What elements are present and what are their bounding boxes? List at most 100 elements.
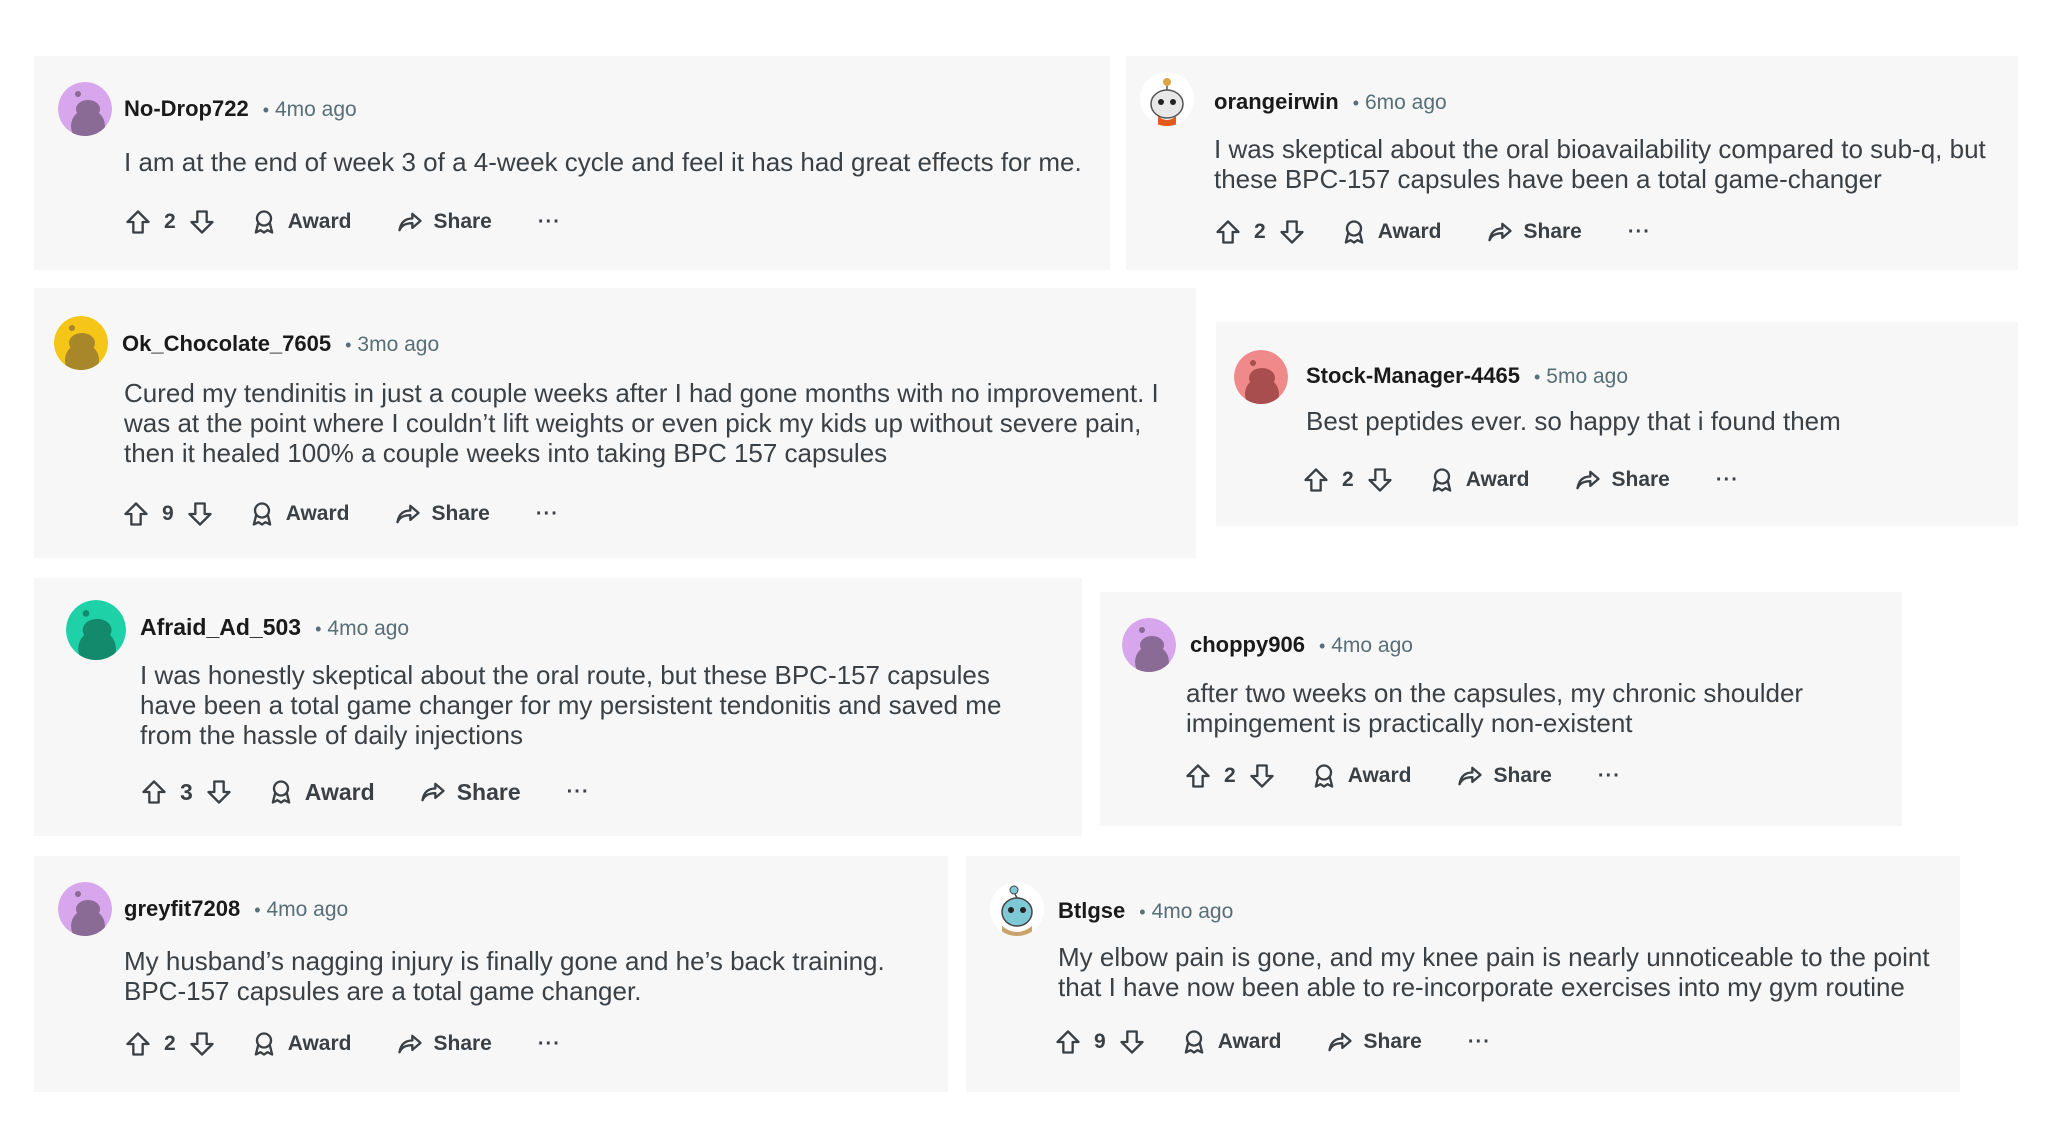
more-options-button[interactable]: ···	[1468, 1031, 1491, 1054]
separator-dot: •	[315, 619, 322, 639]
avatar[interactable]	[54, 316, 108, 370]
comment-actions: 2 Award Share ···	[1302, 464, 1739, 496]
upvote-icon[interactable]	[140, 778, 168, 806]
comment-card: Btlgse • 4mo ago My elbow pain is gone, an…	[966, 856, 1960, 1092]
username[interactable]: Afraid_Ad_503	[140, 614, 301, 640]
username[interactable]: Ok_Chocolate_7605	[122, 331, 331, 356]
downvote-icon[interactable]	[1366, 466, 1394, 494]
share-label: Share	[1611, 468, 1670, 491]
more-options-button[interactable]: ···	[538, 1033, 561, 1056]
timestamp[interactable]: 3mo ago	[357, 333, 439, 356]
vote-count: 3	[180, 778, 193, 805]
share-button[interactable]: Share	[396, 1030, 492, 1058]
downvote-icon[interactable]	[205, 778, 233, 806]
award-icon	[1340, 218, 1368, 246]
share-button[interactable]: Share	[1456, 762, 1552, 790]
downvote-icon[interactable]	[1118, 1028, 1146, 1056]
avatar[interactable]	[1140, 72, 1194, 126]
downvote-icon[interactable]	[186, 500, 214, 528]
more-options-button[interactable]: ···	[1598, 765, 1621, 788]
share-label: Share	[456, 778, 521, 805]
username[interactable]: greyfit7208	[124, 896, 240, 921]
award-button[interactable]: Award	[248, 500, 350, 528]
timestamp[interactable]: 4mo ago	[1331, 634, 1413, 657]
upvote-icon[interactable]	[124, 1030, 152, 1058]
upvote-icon[interactable]	[122, 500, 150, 528]
comment-text: I was skeptical about the oral bioavaila…	[1214, 134, 1986, 194]
username[interactable]: Stock-Manager-4465	[1306, 363, 1520, 388]
timestamp[interactable]: 6mo ago	[1365, 91, 1447, 114]
comment-header: orangeirwin • 6mo ago	[1214, 89, 1447, 115]
timestamp[interactable]: 4mo ago	[267, 898, 349, 921]
upvote-icon[interactable]	[1214, 218, 1242, 246]
comment-header: No-Drop722 • 4mo ago	[124, 96, 357, 122]
award-button[interactable]: Award	[250, 208, 352, 236]
award-label: Award	[285, 502, 350, 525]
separator-dot: •	[345, 335, 352, 355]
share-label: Share	[433, 210, 492, 233]
timestamp[interactable]: 5mo ago	[1546, 365, 1628, 388]
award-button[interactable]: Award	[1428, 466, 1530, 494]
award-button[interactable]: Award	[267, 778, 375, 806]
username[interactable]: choppy906	[1190, 632, 1305, 657]
award-label: Award	[1347, 764, 1412, 787]
more-options-button[interactable]: ···	[1628, 221, 1651, 244]
downvote-icon[interactable]	[188, 1030, 216, 1058]
more-options-button[interactable]: ···	[536, 503, 559, 526]
comment-text: I am at the end of week 3 of a 4-week cy…	[124, 147, 1082, 177]
share-button[interactable]: Share	[1574, 466, 1670, 494]
comment-header: Afraid_Ad_503 • 4mo ago	[140, 614, 409, 641]
more-options-button[interactable]: ···	[567, 781, 590, 804]
avatar[interactable]	[58, 82, 112, 136]
avatar[interactable]	[1122, 618, 1176, 672]
comment-text: Cured my tendinitis in just a couple wee…	[124, 378, 1159, 468]
share-label: Share	[1493, 764, 1552, 787]
downvote-icon[interactable]	[1248, 762, 1276, 790]
share-label: Share	[1363, 1030, 1422, 1053]
timestamp[interactable]: 4mo ago	[327, 617, 409, 640]
comment-text: I was honestly skeptical about the oral …	[140, 660, 1002, 750]
downvote-icon[interactable]	[188, 208, 216, 236]
share-button[interactable]: Share	[419, 778, 521, 806]
award-icon	[1180, 1028, 1208, 1056]
award-icon	[250, 1030, 278, 1058]
avatar[interactable]	[66, 600, 126, 660]
award-button[interactable]: Award	[1340, 218, 1442, 246]
award-button[interactable]: Award	[250, 1030, 352, 1058]
timestamp[interactable]: 4mo ago	[1152, 900, 1234, 923]
more-options-button[interactable]: ···	[538, 211, 561, 234]
avatar[interactable]	[58, 882, 112, 936]
avatar[interactable]	[990, 882, 1044, 936]
award-label: Award	[1377, 220, 1442, 243]
share-button[interactable]: Share	[1326, 1028, 1422, 1056]
avatar[interactable]	[1234, 350, 1288, 404]
upvote-icon[interactable]	[1302, 466, 1330, 494]
share-button[interactable]: Share	[1486, 218, 1582, 246]
comment-actions: 2 Award Share ···	[124, 206, 561, 238]
comment-card: choppy906 • 4mo ago after two weeks on the…	[1100, 592, 1902, 826]
more-options-button[interactable]: ···	[1716, 469, 1739, 492]
upvote-icon[interactable]	[1184, 762, 1212, 790]
award-label: Award	[304, 778, 375, 805]
comment-card: Stock-Manager-4465 • 5mo ago Best peptides…	[1216, 322, 2018, 526]
separator-dot: •	[1352, 93, 1359, 113]
comment-header: Ok_Chocolate_7605 • 3mo ago	[122, 331, 439, 357]
upvote-icon[interactable]	[1054, 1028, 1082, 1056]
share-button[interactable]: Share	[394, 500, 490, 528]
award-icon	[250, 208, 278, 236]
award-button[interactable]: Award	[1310, 762, 1412, 790]
timestamp[interactable]: 4mo ago	[275, 98, 357, 121]
comment-card: Ok_Chocolate_7605 • 3mo ago Cured my tendi…	[34, 288, 1196, 558]
separator-dot: •	[1318, 636, 1326, 656]
award-button[interactable]: Award	[1180, 1028, 1282, 1056]
comment-card: orangeirwin • 6mo ago I was skeptical abou…	[1126, 56, 2018, 270]
username[interactable]: orangeirwin	[1214, 89, 1339, 114]
comment-actions: 9 Award Share ···	[1054, 1026, 1491, 1058]
separator-dot: •	[1139, 902, 1146, 922]
username[interactable]: Btlgse	[1058, 898, 1125, 923]
username[interactable]: No-Drop722	[124, 96, 249, 121]
downvote-icon[interactable]	[1278, 218, 1306, 246]
upvote-icon[interactable]	[124, 208, 152, 236]
share-label: Share	[1523, 220, 1582, 243]
share-button[interactable]: Share	[396, 208, 492, 236]
